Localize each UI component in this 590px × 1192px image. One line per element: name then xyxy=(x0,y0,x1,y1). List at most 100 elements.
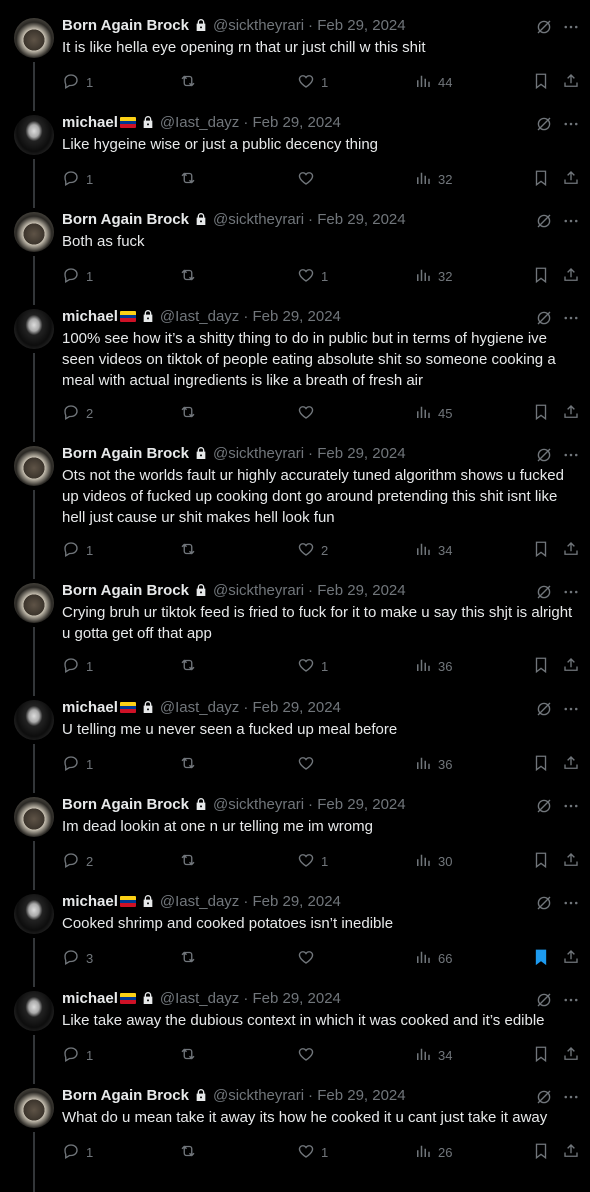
author-handle[interactable]: @Iast_dayz xyxy=(160,699,239,716)
more-icon[interactable] xyxy=(562,212,580,230)
share-button[interactable] xyxy=(562,1142,580,1162)
grok-icon[interactable] xyxy=(535,797,553,815)
retweet-button[interactable] xyxy=(179,266,203,286)
grok-icon[interactable] xyxy=(535,446,553,464)
author-handle[interactable]: @Iast_dayz xyxy=(160,990,239,1007)
views-button[interactable]: 34 xyxy=(414,1045,452,1065)
avatar[interactable] xyxy=(14,446,54,486)
tweet[interactable]: Born Again Brock @sicktheyrari · Feb 29, 2… xyxy=(0,211,590,305)
author-name[interactable]: Born Again Brock xyxy=(62,445,189,462)
tweet-date[interactable]: · Feb 29, 2024 xyxy=(308,796,406,813)
bookmark-button[interactable] xyxy=(532,1142,550,1162)
tweet[interactable]: michael @Iast_dayz · Feb 29, 2024 Like hyge… xyxy=(0,114,590,208)
share-button[interactable] xyxy=(562,754,580,774)
more-icon[interactable] xyxy=(562,797,580,815)
retweet-button[interactable] xyxy=(179,169,203,189)
more-icon[interactable] xyxy=(562,18,580,36)
avatar[interactable] xyxy=(14,309,54,349)
retweet-button[interactable] xyxy=(179,948,203,968)
reply-button[interactable]: 2 xyxy=(62,851,93,871)
share-button[interactable] xyxy=(562,266,580,286)
share-button[interactable] xyxy=(562,72,580,92)
share-button[interactable] xyxy=(562,656,580,676)
tweet[interactable]: michael @Iast_dayz · Feb 29, 2024 Cooked sh… xyxy=(0,893,590,987)
more-icon[interactable] xyxy=(562,583,580,601)
more-icon[interactable] xyxy=(562,309,580,327)
retweet-button[interactable] xyxy=(179,72,203,92)
tweet[interactable]: Born Again Brock @sicktheyrari · Feb 29, 2… xyxy=(0,1087,590,1192)
more-icon[interactable] xyxy=(562,446,580,464)
like-button[interactable]: 1 xyxy=(297,656,328,676)
tweet[interactable]: Born Again Brock @sicktheyrari · Feb 29, 2… xyxy=(0,582,590,696)
tweet-date[interactable]: · Feb 29, 2024 xyxy=(308,582,406,599)
retweet-button[interactable] xyxy=(179,851,203,871)
author-name[interactable]: Born Again Brock xyxy=(62,211,189,228)
reply-button[interactable]: 2 xyxy=(62,403,93,423)
author-handle[interactable]: @Iast_dayz xyxy=(160,893,239,910)
like-button[interactable]: 2 xyxy=(297,540,328,560)
author-handle[interactable]: @sicktheyrari xyxy=(213,796,304,813)
author-handle[interactable]: @Iast_dayz xyxy=(160,114,239,131)
bookmark-button[interactable] xyxy=(532,948,550,968)
retweet-button[interactable] xyxy=(179,540,203,560)
tweet[interactable]: Born Again Brock @sicktheyrari · Feb 29, 2… xyxy=(0,796,590,890)
bookmark-button[interactable] xyxy=(532,851,550,871)
avatar[interactable] xyxy=(14,700,54,740)
tweet-date[interactable]: · Feb 29, 2024 xyxy=(243,308,341,325)
tweet-date[interactable]: · Feb 29, 2024 xyxy=(243,699,341,716)
more-icon[interactable] xyxy=(562,894,580,912)
like-button[interactable] xyxy=(297,1045,321,1065)
retweet-button[interactable] xyxy=(179,754,203,774)
like-button[interactable]: 1 xyxy=(297,266,328,286)
bookmark-button[interactable] xyxy=(532,403,550,423)
tweet-date[interactable]: · Feb 29, 2024 xyxy=(308,17,406,34)
like-button[interactable] xyxy=(297,403,321,423)
views-button[interactable]: 36 xyxy=(414,656,452,676)
views-button[interactable]: 30 xyxy=(414,851,452,871)
author-handle[interactable]: @sicktheyrari xyxy=(213,582,304,599)
grok-icon[interactable] xyxy=(535,115,553,133)
views-button[interactable]: 36 xyxy=(414,754,452,774)
author-name[interactable]: michael xyxy=(62,699,118,716)
like-button[interactable] xyxy=(297,948,321,968)
reply-button[interactable]: 1 xyxy=(62,1142,93,1162)
views-button[interactable]: 45 xyxy=(414,403,452,423)
views-button[interactable]: 32 xyxy=(414,266,452,286)
author-name[interactable]: Born Again Brock xyxy=(62,796,189,813)
avatar[interactable] xyxy=(14,583,54,623)
tweet-date[interactable]: · Feb 29, 2024 xyxy=(243,893,341,910)
more-icon[interactable] xyxy=(562,700,580,718)
author-name[interactable]: michael xyxy=(62,114,118,131)
views-button[interactable]: 26 xyxy=(414,1142,452,1162)
share-button[interactable] xyxy=(562,169,580,189)
more-icon[interactable] xyxy=(562,115,580,133)
more-icon[interactable] xyxy=(562,1088,580,1106)
bookmark-button[interactable] xyxy=(532,72,550,92)
reply-button[interactable]: 1 xyxy=(62,1045,93,1065)
grok-icon[interactable] xyxy=(535,991,553,1009)
grok-icon[interactable] xyxy=(535,1088,553,1106)
views-button[interactable]: 44 xyxy=(414,72,452,92)
author-name[interactable]: Born Again Brock xyxy=(62,1087,189,1104)
retweet-button[interactable] xyxy=(179,656,203,676)
reply-button[interactable]: 1 xyxy=(62,72,93,92)
tweet[interactable]: Born Again Brock @sicktheyrari · Feb 29, 2… xyxy=(0,445,590,579)
avatar[interactable] xyxy=(14,115,54,155)
bookmark-button[interactable] xyxy=(532,656,550,676)
views-button[interactable]: 32 xyxy=(414,169,452,189)
like-button[interactable] xyxy=(297,754,321,774)
more-icon[interactable] xyxy=(562,991,580,1009)
views-button[interactable]: 34 xyxy=(414,540,452,560)
author-name[interactable]: Born Again Brock xyxy=(62,17,189,34)
grok-icon[interactable] xyxy=(535,894,553,912)
avatar[interactable] xyxy=(14,797,54,837)
bookmark-button[interactable] xyxy=(532,266,550,286)
grok-icon[interactable] xyxy=(535,700,553,718)
share-button[interactable] xyxy=(562,403,580,423)
retweet-button[interactable] xyxy=(179,1045,203,1065)
tweet[interactable]: Born Again Brock @sicktheyrari · Feb 29, 2… xyxy=(0,17,590,111)
tweet[interactable]: michael @Iast_dayz · Feb 29, 2024 Like take… xyxy=(0,990,590,1084)
tweet-date[interactable]: · Feb 29, 2024 xyxy=(308,445,406,462)
author-handle[interactable]: @sicktheyrari xyxy=(213,17,304,34)
reply-button[interactable]: 1 xyxy=(62,656,93,676)
